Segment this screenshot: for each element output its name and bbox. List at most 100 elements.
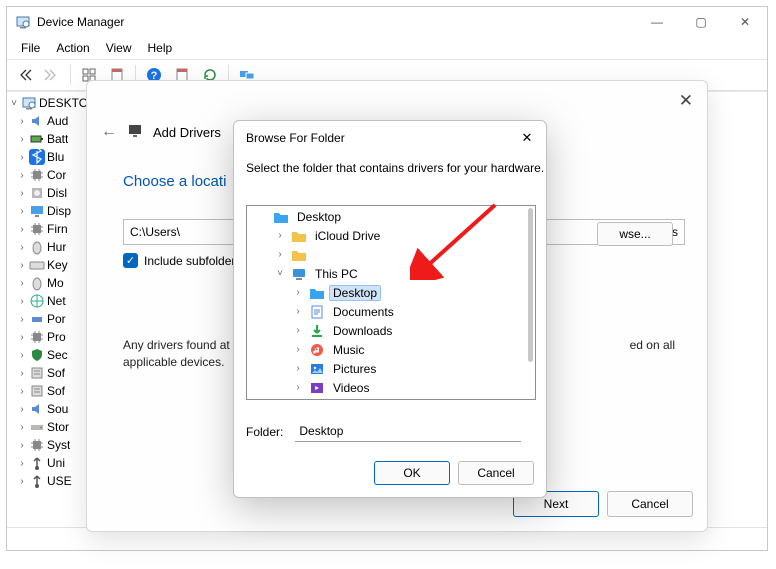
folder-tree-item[interactable]: ›Pictures xyxy=(247,359,535,378)
expander-icon[interactable]: › xyxy=(273,249,287,260)
wizard-back-button[interactable]: ← xyxy=(101,123,117,141)
close-button[interactable]: ✕ xyxy=(723,7,767,37)
system-icon xyxy=(29,437,45,453)
port-icon xyxy=(29,311,45,327)
menu-file[interactable]: File xyxy=(13,39,48,57)
tree-item[interactable]: ›Hur xyxy=(7,238,91,256)
tree-item[interactable]: ›Por xyxy=(7,310,91,328)
tree-item[interactable]: ›Disl xyxy=(7,184,91,202)
menu-action[interactable]: Action xyxy=(48,39,97,57)
folder-tree-item[interactable]: Desktop xyxy=(247,207,535,226)
titlebar: Device Manager — ▢ ✕ xyxy=(7,7,767,37)
folder-tree-item[interactable]: ›iCloud Drive xyxy=(247,226,535,245)
dialog-instruction: Select the folder that contains drivers … xyxy=(246,161,544,175)
expander-icon[interactable]: › xyxy=(291,306,305,317)
maximize-button[interactable]: ▢ xyxy=(679,7,723,37)
tree-item[interactable]: ›Uni xyxy=(7,454,91,472)
expander-icon[interactable]: ˅ xyxy=(273,268,287,279)
usb-icon xyxy=(29,455,45,471)
scrollbar[interactable] xyxy=(528,208,533,362)
cancel-button[interactable]: Cancel xyxy=(607,491,693,517)
check-icon: ✓ xyxy=(123,253,138,268)
tree-item[interactable]: ›Sof xyxy=(7,382,91,400)
wizard-title: Add Drivers xyxy=(153,125,221,140)
expander-icon[interactable]: › xyxy=(291,382,305,393)
folder-blue-icon xyxy=(309,285,325,301)
folder-tree-item[interactable]: ›Desktop xyxy=(247,283,535,302)
include-subfolders-label: Include subfolder xyxy=(144,254,235,268)
wizard-close-button[interactable]: ✕ xyxy=(679,91,693,111)
browse-button[interactable]: wse... xyxy=(597,222,673,246)
battery-icon xyxy=(29,131,45,147)
keyboard-icon xyxy=(29,257,45,273)
dialog-title: Browse For Folder xyxy=(246,131,345,145)
security-icon xyxy=(29,347,45,363)
device-tree[interactable]: ˅ DESKTO ›Aud›Batt›Blu›Cor›Disl›Disp›Fir… xyxy=(7,92,92,527)
download-icon xyxy=(309,323,325,339)
window-title: Device Manager xyxy=(37,15,124,29)
processor-icon xyxy=(29,329,45,345)
folder-tree-item[interactable]: ›Videos xyxy=(247,378,535,397)
pc-icon xyxy=(291,266,307,282)
wizard-heading: Choose a locati xyxy=(123,173,226,190)
software-icon xyxy=(29,383,45,399)
app-icon xyxy=(15,14,31,30)
audio-icon xyxy=(29,401,45,417)
tree-item[interactable]: ›Firn xyxy=(7,220,91,238)
tree-item[interactable]: ›Disp xyxy=(7,202,91,220)
folder-tree-item[interactable]: › xyxy=(247,245,535,264)
folder-label: Folder: xyxy=(246,425,283,439)
expander-icon[interactable]: › xyxy=(291,287,305,298)
expander-icon[interactable]: › xyxy=(291,363,305,374)
network-icon xyxy=(29,293,45,309)
dialog-close-button[interactable]: ✕ xyxy=(516,127,538,149)
expander-icon[interactable]: › xyxy=(291,344,305,355)
tree-item[interactable]: ›Batt xyxy=(7,130,91,148)
tree-item[interactable]: ›Sec xyxy=(7,346,91,364)
tree-item[interactable]: ›Mo xyxy=(7,274,91,292)
expander-icon[interactable]: › xyxy=(291,325,305,336)
tree-item[interactable]: ›Sou xyxy=(7,400,91,418)
tree-item[interactable]: ›Syst xyxy=(7,436,91,454)
tree-item[interactable]: ›Stor xyxy=(7,418,91,436)
computer-icon xyxy=(29,167,45,183)
music-icon xyxy=(309,342,325,358)
bluetooth-icon xyxy=(29,149,45,165)
tree-item[interactable]: ›Aud xyxy=(7,112,91,130)
folder-input[interactable] xyxy=(295,421,521,442)
folder-tree-item[interactable]: ›Documents xyxy=(247,302,535,321)
folder-blue-icon xyxy=(273,209,289,225)
tree-item[interactable]: ›Cor xyxy=(7,166,91,184)
menu-help[interactable]: Help xyxy=(140,39,181,57)
ok-button[interactable]: OK xyxy=(374,461,450,485)
folder-tree[interactable]: Desktop›iCloud Drive›˅This PC›Desktop›Do… xyxy=(246,205,536,400)
software-icon xyxy=(29,365,45,381)
tree-root[interactable]: ˅ DESKTO xyxy=(7,94,91,112)
picture-icon xyxy=(309,361,325,377)
usb-icon xyxy=(29,473,45,489)
doc-icon xyxy=(309,304,325,320)
back-button[interactable] xyxy=(11,62,37,88)
folder-tree-item[interactable]: ›Downloads xyxy=(247,321,535,340)
mouse-icon xyxy=(29,275,45,291)
monitor-icon xyxy=(127,123,143,141)
hid-icon xyxy=(29,239,45,255)
expander-icon[interactable]: › xyxy=(273,230,287,241)
path-value-left: C:\Users\ xyxy=(130,225,180,239)
tree-item[interactable]: ›Blu xyxy=(7,148,91,166)
tree-item[interactable]: ›Sof xyxy=(7,364,91,382)
include-subfolders-checkbox[interactable]: ✓ Include subfolder xyxy=(123,253,235,268)
tree-item[interactable]: ›Key xyxy=(7,256,91,274)
tree-item[interactable]: ›Pro xyxy=(7,328,91,346)
forward-button[interactable] xyxy=(39,62,65,88)
menu-view[interactable]: View xyxy=(98,39,140,57)
dialog-cancel-button[interactable]: Cancel xyxy=(458,461,534,485)
storage-icon xyxy=(29,419,45,435)
minimize-button[interactable]: — xyxy=(635,7,679,37)
disk-icon xyxy=(29,185,45,201)
folder-tree-item[interactable]: ˅This PC xyxy=(247,264,535,283)
folder-tree-item[interactable]: ›Music xyxy=(247,340,535,359)
tree-item[interactable]: ›Net xyxy=(7,292,91,310)
tree-item[interactable]: ›USE xyxy=(7,472,91,490)
folder-icon xyxy=(291,228,307,244)
